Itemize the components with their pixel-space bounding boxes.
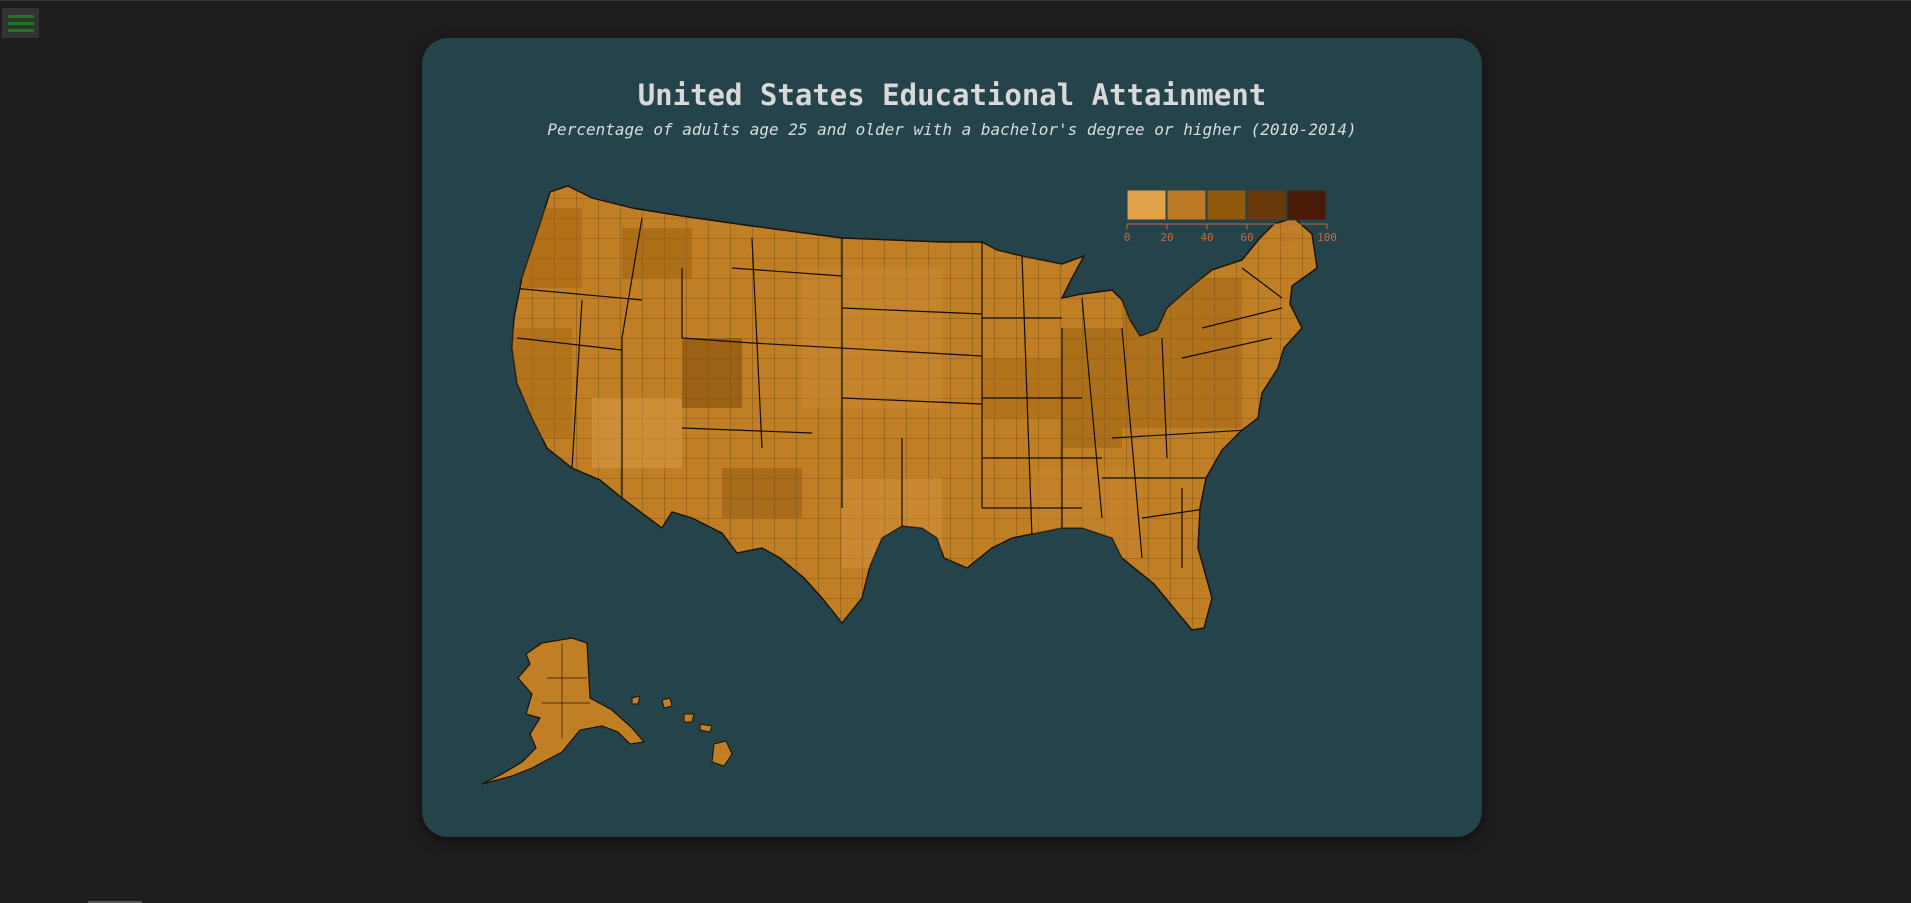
- legend-swatch: [1206, 189, 1247, 221]
- hawaii-island: [631, 695, 641, 705]
- hawaii-island: [683, 713, 695, 723]
- map-card: United States Educational Attainment Per…: [422, 38, 1482, 837]
- alaska-landmass: [481, 637, 646, 785]
- hawaii-island: [661, 697, 673, 709]
- legend-swatch: [1286, 189, 1327, 221]
- legend-tick-label: 60: [1240, 231, 1253, 244]
- menu-line: [7, 14, 34, 18]
- hawaii-island: [699, 723, 713, 733]
- legend-tick-label: 0: [1124, 231, 1131, 244]
- hawaii-island: [711, 740, 733, 767]
- legend-tick-label: 100: [1317, 231, 1337, 244]
- usa-lower48: [511, 185, 1318, 631]
- menu-line: [7, 21, 34, 25]
- hamburger-menu-icon[interactable]: [2, 8, 39, 38]
- legend-tick-label: 80: [1280, 231, 1293, 244]
- alaska: [481, 637, 646, 785]
- menu-line: [7, 28, 34, 32]
- legend-tick-label: 40: [1200, 231, 1213, 244]
- legend-swatch: [1126, 189, 1167, 221]
- legend-swatch: [1166, 189, 1207, 221]
- choropleth-map: 0 20 40 60 80 100: [481, 185, 1337, 785]
- legend-swatch: [1246, 189, 1287, 221]
- legend-tick-label: 20: [1160, 231, 1173, 244]
- county-shading: [512, 186, 1317, 630]
- top-border: [0, 0, 1911, 1]
- hawaii: [631, 695, 733, 767]
